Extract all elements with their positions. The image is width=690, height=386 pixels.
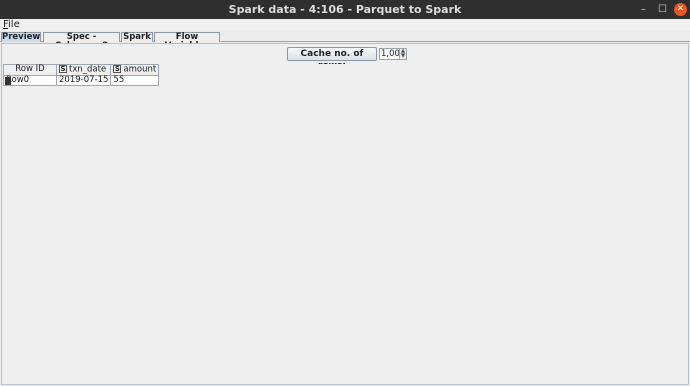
row-selection-marker	[5, 76, 11, 85]
title-bar: Spark data - 4:106 - Parquet to Spark – …	[0, 0, 690, 19]
row-id-header[interactable]: Row ID	[3, 64, 57, 76]
string-type-icon: S	[59, 65, 67, 73]
tab-spark[interactable]: Spark	[121, 32, 153, 42]
column-header-amount[interactable]: Samount	[110, 64, 160, 76]
cache-rows-spinner[interactable]: 1,00 ▲ ▼	[379, 48, 407, 60]
close-icon[interactable]: ✕	[674, 3, 687, 16]
tab-bar: Preview Spec - Columns: 2 Spark Flow Var…	[0, 31, 690, 51]
cache-rows-value[interactable]: 1,00	[381, 49, 400, 60]
window-title: Spark data - 4:106 - Parquet to Spark	[228, 3, 462, 16]
menu-bar: File	[0, 19, 690, 31]
preview-panel: Cache no. of rows: 1,00 ▲ ▼ Row ID Stxn_…	[1, 43, 689, 385]
column-name: amount	[123, 64, 157, 75]
tab-preview[interactable]: Preview	[1, 32, 41, 42]
string-type-icon: S	[113, 65, 122, 73]
table-row[interactable]: Row0 2019-07-15 55	[3, 74, 160, 86]
row-key-cell[interactable]: Row0	[3, 74, 57, 86]
table-cell[interactable]: 55	[110, 74, 160, 86]
cache-rows-button[interactable]: Cache no. of rows:	[287, 47, 377, 71]
minimize-icon[interactable]: –	[637, 3, 650, 16]
table-view: Row ID Stxn_date Samount Row0 2019-07-15…	[2, 64, 688, 384]
file-menu[interactable]: File	[3, 19, 20, 30]
maximize-icon[interactable]: ☐	[656, 3, 669, 16]
table-cell[interactable]: 2019-07-15	[55, 74, 112, 86]
header-row: Row ID Stxn_date Samount	[3, 64, 160, 76]
column-name: txn_date	[69, 64, 107, 75]
tab-flow-variables[interactable]: Flow Variables	[154, 32, 220, 51]
spinner-down-icon[interactable]: ▼	[400, 54, 406, 59]
data-table: Row ID Stxn_date Samount Row0 2019-07-15…	[3, 64, 160, 86]
column-header-txn-date[interactable]: Stxn_date	[55, 64, 112, 76]
file-menu-label: ile	[8, 19, 20, 30]
spinner-arrows: ▲ ▼	[399, 49, 406, 59]
tab-spec-columns[interactable]: Spec - Columns: 2	[43, 32, 120, 51]
